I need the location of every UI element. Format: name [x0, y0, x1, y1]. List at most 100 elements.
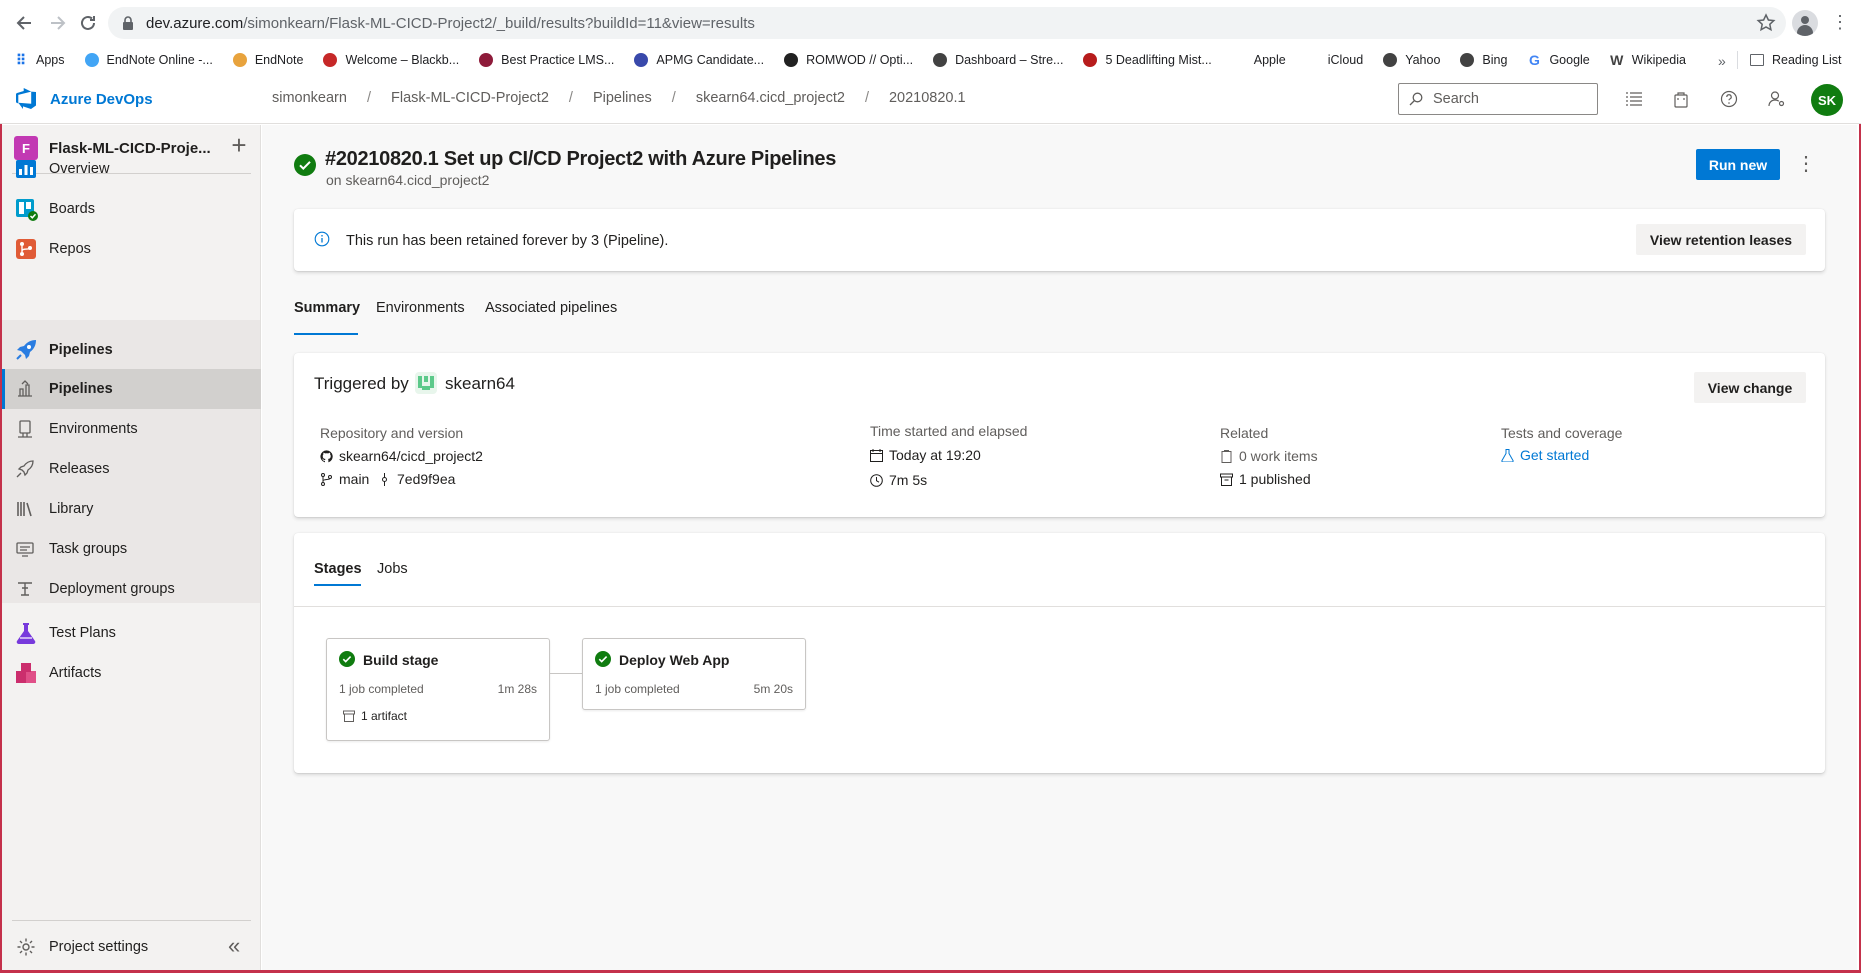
more-actions-icon[interactable]: ⋮ [1796, 152, 1816, 176]
stage-deploy-web-app[interactable]: Deploy Web App 1 job completed 5m 20s [582, 638, 806, 710]
retention-banner: This run has been retained forever by 3 … [294, 209, 1825, 271]
bookmark-item[interactable]: 5 Deadlifting Mist... [1083, 53, 1212, 67]
repository-link[interactable]: skearn64/cicd_project2 [320, 448, 483, 464]
sidebar-item-pipelines[interactable]: Pipelines [2, 330, 261, 370]
branch-name: main [339, 471, 370, 487]
sidebar-subitem-releases[interactable]: Releases [2, 449, 261, 489]
apmg-icon [634, 53, 649, 67]
breadcrumb-item[interactable]: Pipelines [593, 90, 652, 106]
azure-devops-home-link[interactable]: Azure DevOps [14, 87, 153, 111]
work-items-list-icon[interactable] [1623, 88, 1645, 110]
bookmark-item[interactable]: G Google [1527, 52, 1590, 68]
project-settings-label: Project settings [49, 939, 149, 955]
sidebar-item-label: Environments [49, 421, 138, 437]
run-new-button[interactable]: Run new [1696, 149, 1780, 180]
bookmark-item[interactable]: W Wikipedia [1610, 52, 1686, 68]
bookmark-item[interactable]: ROMWOD // Opti... [784, 53, 913, 67]
commit-link[interactable]: 7ed9f9ea [378, 471, 455, 487]
bookmark-star-icon[interactable] [1756, 13, 1776, 33]
view-change-button[interactable]: View change [1694, 372, 1806, 403]
user-avatar[interactable]: SK [1811, 84, 1843, 116]
bookmark-label: Bing [1482, 53, 1508, 67]
bookmark-item[interactable]: Yahoo [1383, 53, 1440, 67]
marketplace-bag-icon[interactable] [1670, 88, 1692, 110]
breadcrumb-item[interactable]: simonkearn [272, 90, 347, 106]
search-icon [1409, 92, 1423, 106]
work-items-link[interactable]: 0 work items [1220, 448, 1318, 464]
sidebar-subitem-environments[interactable]: Environments [2, 409, 261, 449]
bookmark-item[interactable]: Welcome – Blackb... [323, 53, 459, 67]
blackboard-icon [323, 53, 338, 67]
address-bar[interactable]: dev.azure.com/simonkearn/Flask-ML-CICD-P… [108, 7, 1786, 39]
cloud-icon [84, 53, 99, 67]
commit-hash: 7ed9f9ea [397, 471, 456, 487]
reading-list-button[interactable]: Reading List [1750, 46, 1842, 74]
work-item-icon [1221, 449, 1232, 463]
published-count: 1 published [1239, 471, 1311, 487]
bookmark-item[interactable]: EndNote [232, 53, 304, 67]
sidebar-subitem-task-groups[interactable]: Task groups [2, 529, 261, 569]
active-tab-underline [294, 333, 358, 335]
sidebar-item-boards[interactable]: Boards [2, 189, 261, 229]
published-artifacts-link[interactable]: 1 published [1220, 471, 1311, 487]
reading-list-icon [1750, 54, 1764, 66]
tab-summary[interactable]: Summary [294, 300, 360, 336]
sidebar-item-label: Boards [49, 201, 95, 217]
brand-label: Azure DevOps [50, 90, 153, 108]
get-started-link[interactable]: Get started [1501, 447, 1589, 463]
bookmark-item[interactable]: APMG Candidate... [634, 53, 764, 67]
collapse-sidebar-icon[interactable]: « [228, 935, 250, 957]
stage-artifact-link[interactable]: 1 artifact [343, 709, 407, 723]
info-icon [314, 231, 330, 247]
stages-card: Stages Jobs Build stage 1 job completed … [294, 533, 1825, 773]
sidebar-item-artifacts[interactable]: Artifacts [2, 653, 261, 693]
stage-build[interactable]: Build stage 1 job completed 1m 28s 1 art… [326, 638, 550, 741]
google-icon: G [1528, 52, 1540, 68]
sidebar-subitem-pipelines[interactable]: Pipelines [2, 369, 261, 409]
bookmark-item[interactable]: Dashboard – Stre... [933, 53, 1063, 67]
project-settings-link[interactable]: Project settings [2, 925, 261, 969]
help-icon[interactable] [1718, 88, 1740, 110]
sidebar-item-overview[interactable]: Overview [2, 149, 261, 189]
browser-menu-icon[interactable]: ⋮ [1830, 12, 1850, 34]
test-plans-icon [16, 623, 36, 645]
user-settings-icon[interactable] [1766, 88, 1788, 110]
breadcrumb-item[interactable]: skearn64.cicd_project2 [696, 90, 845, 106]
bookmark-item[interactable]: ⠿ Apps [14, 52, 65, 68]
bookmark-label: iCloud [1327, 53, 1364, 67]
search-input[interactable]: Search [1398, 83, 1598, 115]
triggered-by-user[interactable]: skearn64 [445, 374, 515, 394]
breadcrumb-item[interactable]: 20210820.1 [889, 90, 966, 106]
back-arrow-icon[interactable] [6, 5, 42, 41]
reload-icon[interactable] [70, 5, 106, 41]
branch-icon [321, 472, 332, 486]
tab-environments[interactable]: Environments [376, 300, 465, 336]
bookmark-item[interactable]: Apple [1232, 53, 1286, 67]
branch-link[interactable]: main [320, 471, 369, 487]
sidebar-item-label: Test Plans [49, 625, 116, 641]
sidebar-item-label: Artifacts [49, 665, 102, 681]
breadcrumb-item[interactable]: Flask-ML-CICD-Project2 [391, 90, 549, 106]
bookmarks-overflow-icon[interactable]: » [1718, 53, 1726, 69]
tab-associated-pipelines[interactable]: Associated pipelines [485, 300, 617, 336]
profile-icon[interactable] [1792, 10, 1818, 36]
bookmark-label: Welcome – Blackb... [345, 53, 460, 67]
tab-jobs[interactable]: Jobs [377, 561, 408, 577]
page-title: #20210820.1 Set up CI/CD Project2 with A… [325, 148, 837, 170]
apple-icon [1232, 53, 1246, 67]
bookmark-item[interactable]: EndNote Online -... [84, 53, 213, 67]
bookmark-label: EndNote [254, 53, 304, 67]
sidebar-item-label: Overview [49, 161, 110, 177]
boards-icon [16, 199, 38, 221]
bookmark-item[interactable]: Best Practice LMS... [479, 53, 614, 67]
bookmark-item[interactable]: iCloud [1306, 53, 1363, 67]
sidebar-item-repos[interactable]: Repos [2, 229, 261, 269]
sidebar-item-test-plans[interactable]: Test Plans [2, 613, 261, 653]
view-retention-leases-button[interactable]: View retention leases [1636, 224, 1806, 255]
stage-jobs-count: 1 job completed [595, 682, 680, 696]
tab-stages[interactable]: Stages [314, 561, 362, 577]
sidebar-subitem-library[interactable]: Library [2, 489, 261, 529]
bookmark-item[interactable]: Bing [1460, 53, 1507, 67]
sidebar-subitem-deployment-groups[interactable]: Deployment groups [2, 569, 261, 609]
time-heading: Time started and elapsed [870, 423, 1028, 439]
